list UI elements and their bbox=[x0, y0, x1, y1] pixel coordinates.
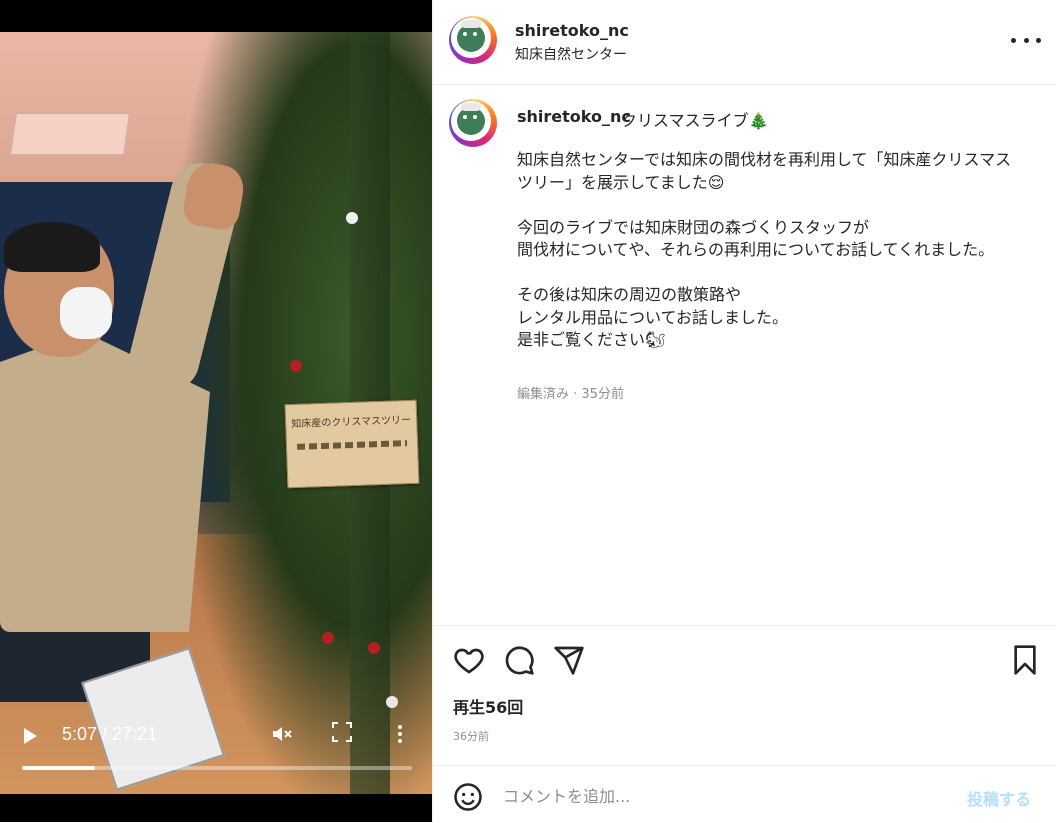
caption-body: 知床自然センターでは知床の間伐材を再利用して「知床産クリスマスツリー」を展示して… bbox=[517, 150, 1012, 349]
play-icon[interactable] bbox=[24, 728, 37, 744]
instagram-post-modal: 知床産のクリスマスツリー 5:07 / 27:21 shiretoko_nc 知… bbox=[0, 0, 1056, 822]
video-player[interactable]: 知床産のクリスマスツリー 5:07 / 27:21 bbox=[0, 0, 432, 822]
post-actions: 再生56回 36分前 bbox=[433, 625, 1056, 766]
video-controls: 5:07 / 27:21 bbox=[0, 700, 432, 790]
bookmark-icon[interactable] bbox=[1009, 644, 1041, 676]
post-timestamp[interactable]: 36分前 bbox=[453, 728, 489, 744]
video-progress-fill bbox=[22, 766, 95, 770]
emoji-icon[interactable] bbox=[453, 782, 483, 812]
caption-username[interactable]: shiretoko_nc bbox=[517, 107, 631, 126]
video-time: 5:07 / 27:21 bbox=[62, 724, 158, 744]
post-caption: shiretoko_nc クリスマスライブ🎄 知床自然センターでは知床の間伐材を… bbox=[433, 85, 1056, 625]
mascot-avatar-icon bbox=[457, 20, 485, 52]
tree-sign: 知床産のクリスマスツリー bbox=[284, 399, 420, 489]
comment-icon[interactable] bbox=[503, 644, 535, 676]
ornament bbox=[322, 632, 334, 644]
more-options-icon[interactable] bbox=[1011, 30, 1041, 50]
caption-title: クリスマスライブ🎄 bbox=[621, 111, 769, 130]
comment-bar: 投稿する bbox=[433, 765, 1056, 823]
comment-input[interactable] bbox=[501, 780, 945, 812]
heart-icon[interactable] bbox=[453, 644, 485, 676]
post-side-panel: shiretoko_nc 知床自然センター shiretoko_nc クリスマス… bbox=[432, 0, 1056, 822]
tree-sign-diagram bbox=[296, 440, 408, 450]
post-header: shiretoko_nc 知床自然センター bbox=[433, 0, 1056, 85]
post-comment-button[interactable]: 投稿する bbox=[967, 786, 1031, 810]
person-hair bbox=[4, 222, 100, 272]
ornament bbox=[290, 360, 302, 372]
avatar[interactable] bbox=[449, 16, 497, 64]
share-icon[interactable] bbox=[553, 644, 585, 676]
ornament bbox=[368, 642, 380, 654]
mascot-avatar-icon bbox=[457, 103, 485, 135]
fullscreen-icon[interactable] bbox=[332, 722, 352, 742]
ornament bbox=[346, 212, 358, 224]
caption-avatar[interactable] bbox=[449, 99, 497, 147]
ceiling-light bbox=[8, 112, 132, 156]
mute-icon[interactable] bbox=[270, 722, 294, 746]
video-options-icon[interactable] bbox=[396, 722, 404, 746]
face-mask bbox=[60, 287, 112, 339]
video-frame: 知床産のクリスマスツリー bbox=[0, 32, 432, 794]
play-count[interactable]: 再生56回 bbox=[453, 694, 523, 718]
header-username[interactable]: shiretoko_nc bbox=[515, 21, 629, 40]
video-progress-bar[interactable] bbox=[22, 766, 412, 770]
caption-meta: 編集済み · 35分前 bbox=[517, 387, 624, 402]
tree-sign-text: 知床産のクリスマスツリー bbox=[291, 414, 412, 431]
header-location[interactable]: 知床自然センター bbox=[515, 44, 627, 64]
